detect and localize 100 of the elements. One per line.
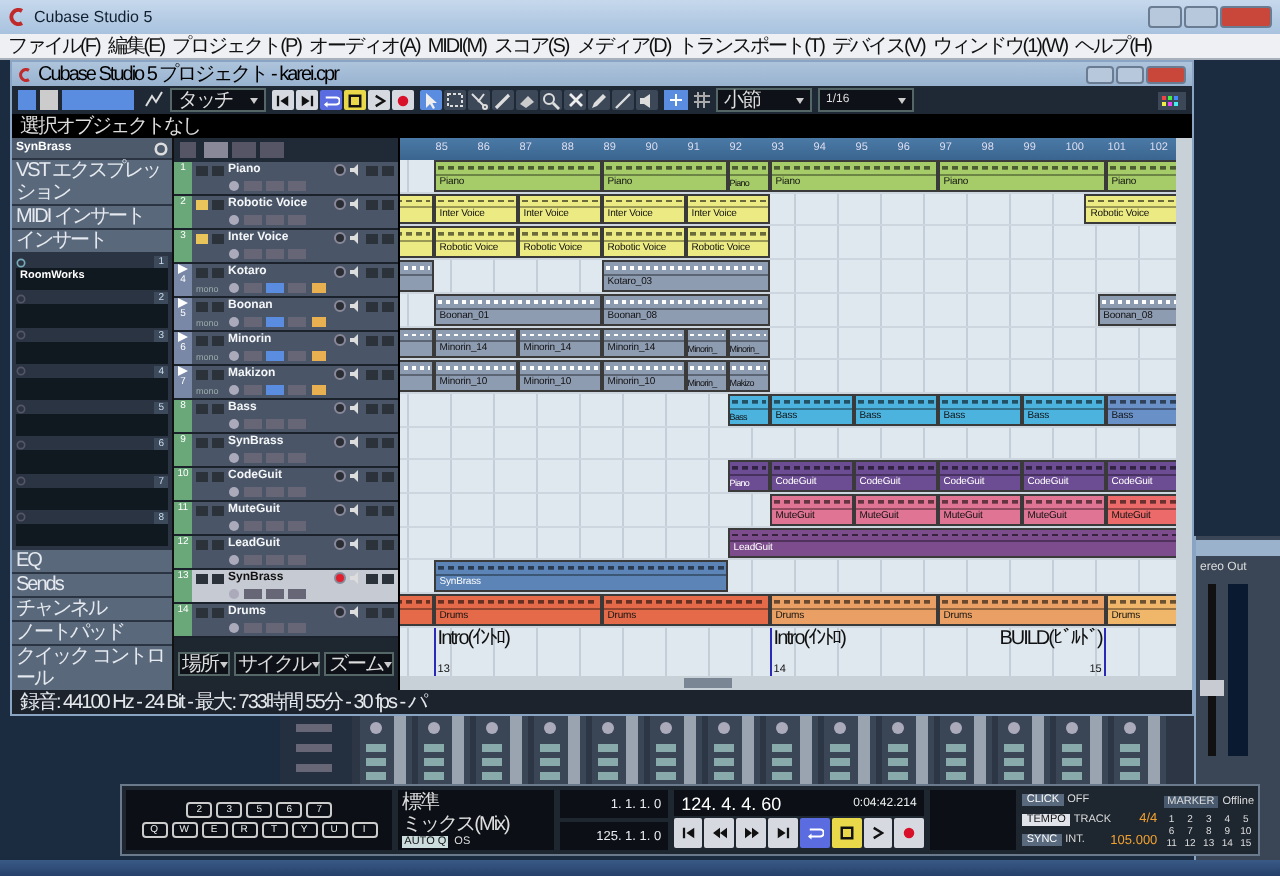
record-enable-button[interactable] <box>334 232 346 244</box>
inspector-section[interactable]: Sends <box>12 574 172 596</box>
stop-button[interactable] <box>344 90 366 110</box>
marker-label: BUILD(ﾋﾞﾙﾄﾞ) <box>999 627 1102 650</box>
grid-type-dropdown[interactable]: 小節 <box>716 88 812 112</box>
play-icon <box>373 93 385 107</box>
stop-icon <box>839 826 854 840</box>
record-enable-button[interactable] <box>334 300 346 312</box>
audio-event[interactable] <box>400 327 434 359</box>
audio-event[interactable] <box>400 360 434 392</box>
window-title: Cubase Studio 5 <box>34 8 153 26</box>
record-icon <box>902 826 917 840</box>
expand-triangle-icon[interactable] <box>178 298 188 308</box>
scissors-tool-button[interactable] <box>468 90 490 110</box>
zoom-tool-button[interactable] <box>540 90 562 110</box>
rewind-button[interactable] <box>704 818 735 848</box>
menu-item[interactable]: オーディオ(A) <box>304 35 424 57</box>
speaker-tool-button[interactable] <box>636 90 658 110</box>
play-icon <box>872 826 884 840</box>
status-line: 録音: 44100 Hz - 24 Bit - 最大: 733時間 55分 - 30 fps - パ <box>20 691 426 713</box>
audio-event[interactable] <box>400 260 434 292</box>
minimize-button[interactable] <box>1086 65 1114 83</box>
power-icon[interactable] <box>16 257 26 267</box>
expand-triangle-icon[interactable] <box>178 332 188 342</box>
record-enable-button[interactable] <box>334 470 346 482</box>
play-button[interactable] <box>368 90 390 110</box>
inspector-section[interactable]: EQ <box>12 550 172 572</box>
menu-item[interactable]: スコア(S) <box>489 35 573 57</box>
cycle-icon <box>805 826 824 840</box>
inspector-section[interactable]: インサート <box>12 230 172 252</box>
vertical-scrollbar[interactable] <box>1176 138 1192 690</box>
footer-dropdown[interactable]: 場所 <box>178 652 231 676</box>
mute-button[interactable] <box>196 573 208 583</box>
automation-mode-dropdown[interactable]: タッチ <box>170 88 266 112</box>
color-palette-icon[interactable] <box>1158 91 1186 109</box>
next-button[interactable] <box>768 818 798 848</box>
expand-triangle-icon[interactable] <box>178 264 188 274</box>
forward-button[interactable] <box>736 818 767 848</box>
midi-part[interactable] <box>400 193 434 225</box>
inspector-section[interactable]: チャンネル <box>12 598 172 620</box>
next-button[interactable] <box>296 90 318 110</box>
mute-button[interactable] <box>196 233 208 243</box>
record-mode[interactable]: 標準 <box>402 792 550 814</box>
menu-item[interactable]: MIDI(M) <box>423 35 490 57</box>
record-enable-button[interactable] <box>334 572 346 584</box>
prev-button[interactable] <box>272 90 294 110</box>
midi-part[interactable] <box>400 226 434 259</box>
write-button[interactable] <box>382 573 394 583</box>
view-toggles-drawing[interactable] <box>18 90 138 110</box>
read-button[interactable] <box>366 573 378 583</box>
menu-item[interactable]: トランスポート(T) <box>674 35 828 57</box>
menu-item[interactable]: メディア(D) <box>572 35 675 57</box>
inspector-section[interactable]: クイック コントロール <box>12 646 172 690</box>
range-tool-button[interactable] <box>444 90 466 110</box>
app-logo-icon <box>18 67 32 81</box>
inspector-section[interactable]: MIDI インサート <box>12 206 172 228</box>
menu-item[interactable]: プロジェクト(P) <box>168 35 305 57</box>
play-button[interactable] <box>863 818 893 848</box>
menu-item[interactable]: ファイル(F) <box>4 35 104 57</box>
record-button[interactable] <box>894 818 925 848</box>
maximize-button[interactable] <box>1116 65 1144 83</box>
inspector-section[interactable]: VST エクスプレッション <box>12 160 172 204</box>
record-enable-button[interactable] <box>334 164 346 176</box>
record-enable-button[interactable] <box>334 402 346 414</box>
record-enable-button[interactable] <box>334 368 346 380</box>
mix-mode[interactable]: ミックス(Mix) <box>402 814 550 836</box>
go-to-start-icon <box>276 93 290 107</box>
footer-dropdown[interactable]: サイクル <box>234 652 321 676</box>
prev-button[interactable] <box>673 818 703 848</box>
record-enable-button[interactable] <box>334 198 346 210</box>
record-enable-button[interactable] <box>334 334 346 346</box>
pencil-tool-button[interactable] <box>588 90 610 110</box>
record-enable-button[interactable] <box>334 436 346 448</box>
solo-button[interactable] <box>212 573 224 583</box>
menu-item[interactable]: ヘルプ(H) <box>1071 35 1155 57</box>
menu-item[interactable]: 編集(E) <box>103 35 169 57</box>
cycle-button[interactable] <box>799 818 830 848</box>
mute-tool-button[interactable] <box>564 90 586 110</box>
maximize-button[interactable] <box>1184 6 1218 28</box>
record-enable-button[interactable] <box>334 266 346 278</box>
automation-icon[interactable] <box>144 90 164 110</box>
record-enable-button[interactable] <box>334 504 346 516</box>
horizontal-scrollbar[interactable] <box>400 675 1176 691</box>
record-enable-button[interactable] <box>334 538 346 550</box>
arrow-tool-button[interactable] <box>420 90 442 110</box>
footer-dropdown[interactable]: ズーム <box>324 652 395 676</box>
stop-button[interactable] <box>831 818 862 848</box>
minimize-button[interactable] <box>1148 6 1182 28</box>
expand-triangle-icon[interactable] <box>178 366 188 376</box>
gear-icon[interactable] <box>154 141 168 155</box>
inspector-section[interactable]: ノートパッド <box>12 622 172 644</box>
eraser-tool-button[interactable] <box>516 90 538 110</box>
info-line: 選択オブジェクトなし <box>20 115 200 137</box>
menu-item[interactable]: ウィンドウ(1)(W) <box>928 35 1072 57</box>
menu-item[interactable]: デバイス(V) <box>827 35 929 57</box>
record-enable-button[interactable] <box>334 606 346 618</box>
line-tool-button[interactable] <box>612 90 634 110</box>
snap-icon[interactable] <box>664 90 688 110</box>
x-icon <box>567 92 583 108</box>
mute-button[interactable] <box>196 199 208 209</box>
